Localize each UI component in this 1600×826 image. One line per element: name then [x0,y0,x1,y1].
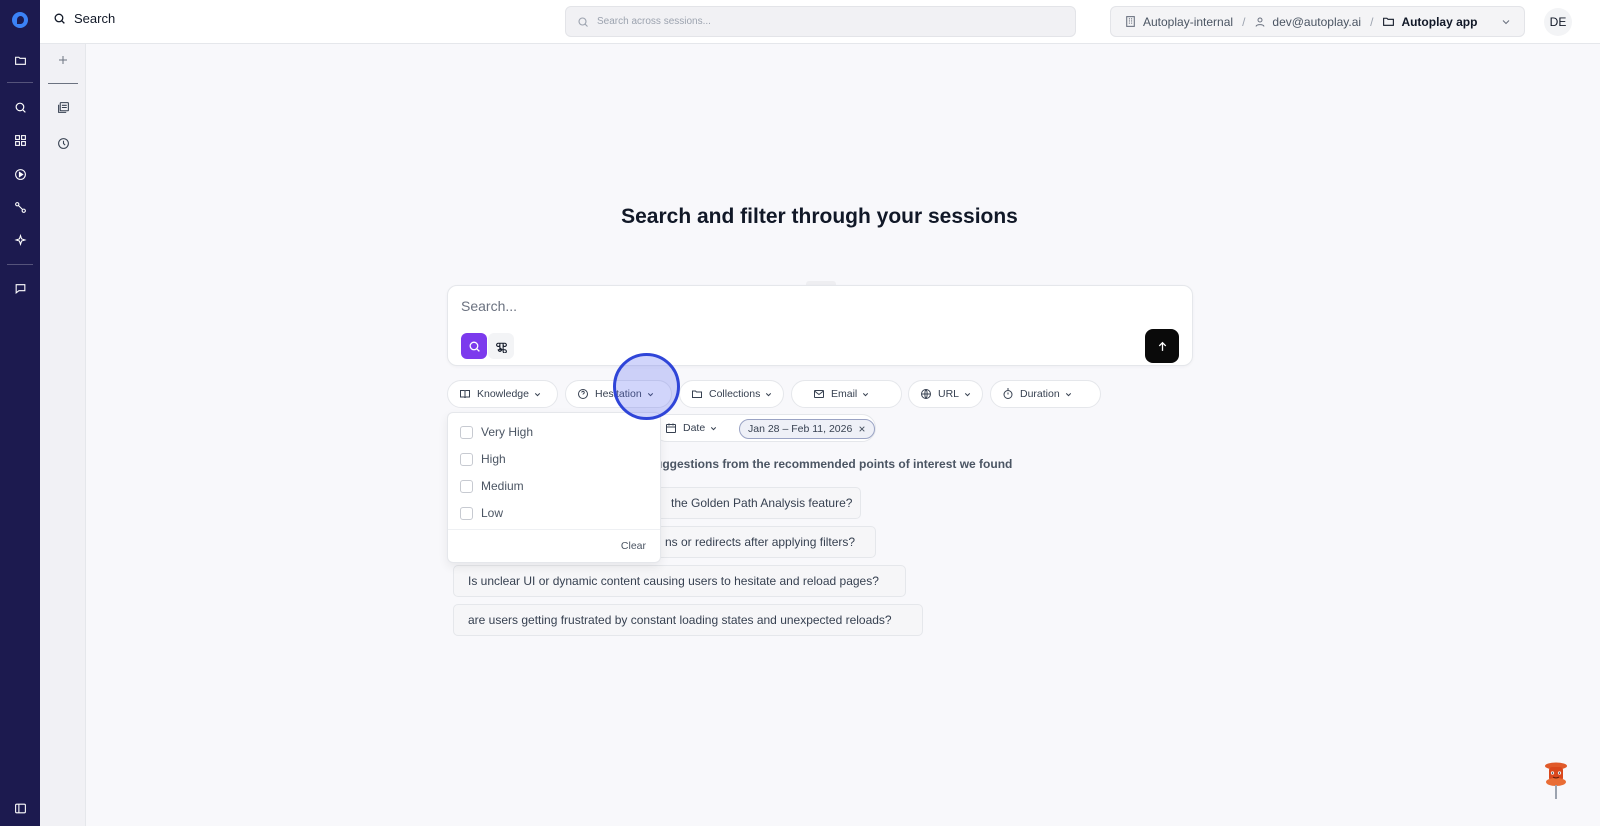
app-rail [0,0,40,826]
workspace-selector[interactable]: Autoplay-internal / dev@autoplay.ai / Au… [1110,6,1525,37]
filter-knowledge[interactable]: Knowledge [447,380,558,408]
option-label: Low [481,506,504,520]
checkbox[interactable] [460,452,473,466]
option-very-high[interactable]: Very High [460,423,533,441]
pin-mascot-icon[interactable] [1541,761,1571,801]
user-email: dev@autoplay.ai [1272,14,1362,29]
suggestion-item[interactable]: Is unclear UI or dynamic content causing… [453,565,906,597]
logo-icon[interactable] [12,12,28,28]
global-search-input[interactable] [597,16,1037,27]
play-circle-icon[interactable] [0,163,40,185]
suggestion-item[interactable]: the Golden Path Analysis feature? [656,487,861,519]
sparkle-icon[interactable] [0,229,40,251]
rail-divider [7,264,33,265]
project-name: Autoplay app [1401,14,1478,29]
filter-hesitation[interactable]: Hesitation [565,380,672,408]
top-bar: Search Autoplay-internal / dev@autoplay.… [40,0,1600,44]
org-name: Autoplay-internal [1143,14,1234,29]
sidebar-toggle-icon[interactable] [0,797,40,819]
search-icon [54,13,65,24]
filter-label: Date [683,422,706,434]
building-icon [1126,16,1135,27]
filter-collections[interactable]: Collections [679,380,784,408]
suggestion-item[interactable]: ns or redirects after applying filters? [650,526,876,558]
clear-button[interactable]: Clear [621,540,646,552]
flow-icon[interactable] [0,196,40,218]
chevron-down-icon [534,392,541,396]
option-low[interactable]: Low [460,504,503,522]
checkbox[interactable] [460,425,473,439]
date-range-label: Jan 28 – Feb 11, 2026 [748,423,853,435]
send-button[interactable] [1145,329,1179,363]
chevron-down-icon [766,392,772,396]
page-title: Search [53,11,115,26]
checkbox[interactable] [460,506,473,520]
rail-divider [7,82,33,83]
checkbox[interactable] [460,479,473,493]
date-range-tag[interactable]: Jan 28 – Feb 11, 2026 [739,419,876,439]
sessions-icon[interactable] [40,96,86,118]
user-icon [1255,17,1265,27]
avatar[interactable]: DE [1544,8,1572,36]
chevron-down-icon [964,392,971,396]
suggestions-header: ch suggestions from the recommended poin… [631,457,1013,471]
folder-icon[interactable] [0,49,40,71]
search-sidebar [40,44,86,826]
chevron-down-icon [863,392,869,396]
option-medium[interactable]: Medium [460,477,524,495]
breadcrumb-separator: / [1242,14,1246,29]
global-search[interactable] [565,6,1076,37]
arrow-up-icon [1158,341,1166,351]
search-icon[interactable] [0,96,40,118]
folder-icon [1383,17,1395,26]
option-label: Very High [481,425,534,439]
filter-label: Email [831,388,858,400]
side-divider [48,83,78,84]
option-label: Medium [481,479,524,493]
book-icon [460,390,470,399]
timer-icon [1003,388,1013,399]
plus-icon[interactable] [40,49,86,71]
chevron-down-icon [1502,20,1510,25]
dropdown-divider [448,529,660,530]
close-icon[interactable] [858,425,866,433]
folder-icon [692,390,702,398]
command-icon [495,342,507,353]
filter-label: Hesitation [595,388,642,400]
chevron-down-icon [711,426,717,430]
filter-label: URL [938,388,960,400]
option-high[interactable]: High [460,450,506,468]
calendar-icon [666,423,676,433]
chat-icon[interactable] [0,277,40,299]
filter-label: Duration [1020,388,1060,400]
search-icon [469,341,480,352]
globe-icon [921,389,931,399]
filter-url[interactable]: URL [908,380,983,408]
breadcrumb-separator: / [1370,14,1374,29]
help-circle-icon [578,389,588,399]
page-title-label: Search [74,11,116,26]
hesitation-dropdown: Very High High Medium Low Clear [447,412,661,563]
filter-duration[interactable]: Duration [990,380,1101,408]
chevron-down-icon [1065,392,1071,396]
search-icon [578,16,588,27]
filter-email[interactable]: Email [791,380,902,408]
history-icon[interactable] [40,132,86,154]
page-headline: Search and filter through your sessions [621,205,1018,228]
dashboard-icon[interactable] [0,129,40,151]
option-label: High [481,452,506,466]
search-mode-button[interactable] [461,333,487,359]
filter-label: Collections [709,388,761,400]
mail-icon [814,390,824,398]
advanced-mode-button[interactable] [488,333,514,359]
chevron-down-icon [647,392,653,396]
filter-label: Knowledge [477,388,529,400]
suggestion-item[interactable]: are users getting frustrated by constant… [453,604,923,636]
search-box [447,285,1193,366]
search-input[interactable] [461,298,1161,314]
